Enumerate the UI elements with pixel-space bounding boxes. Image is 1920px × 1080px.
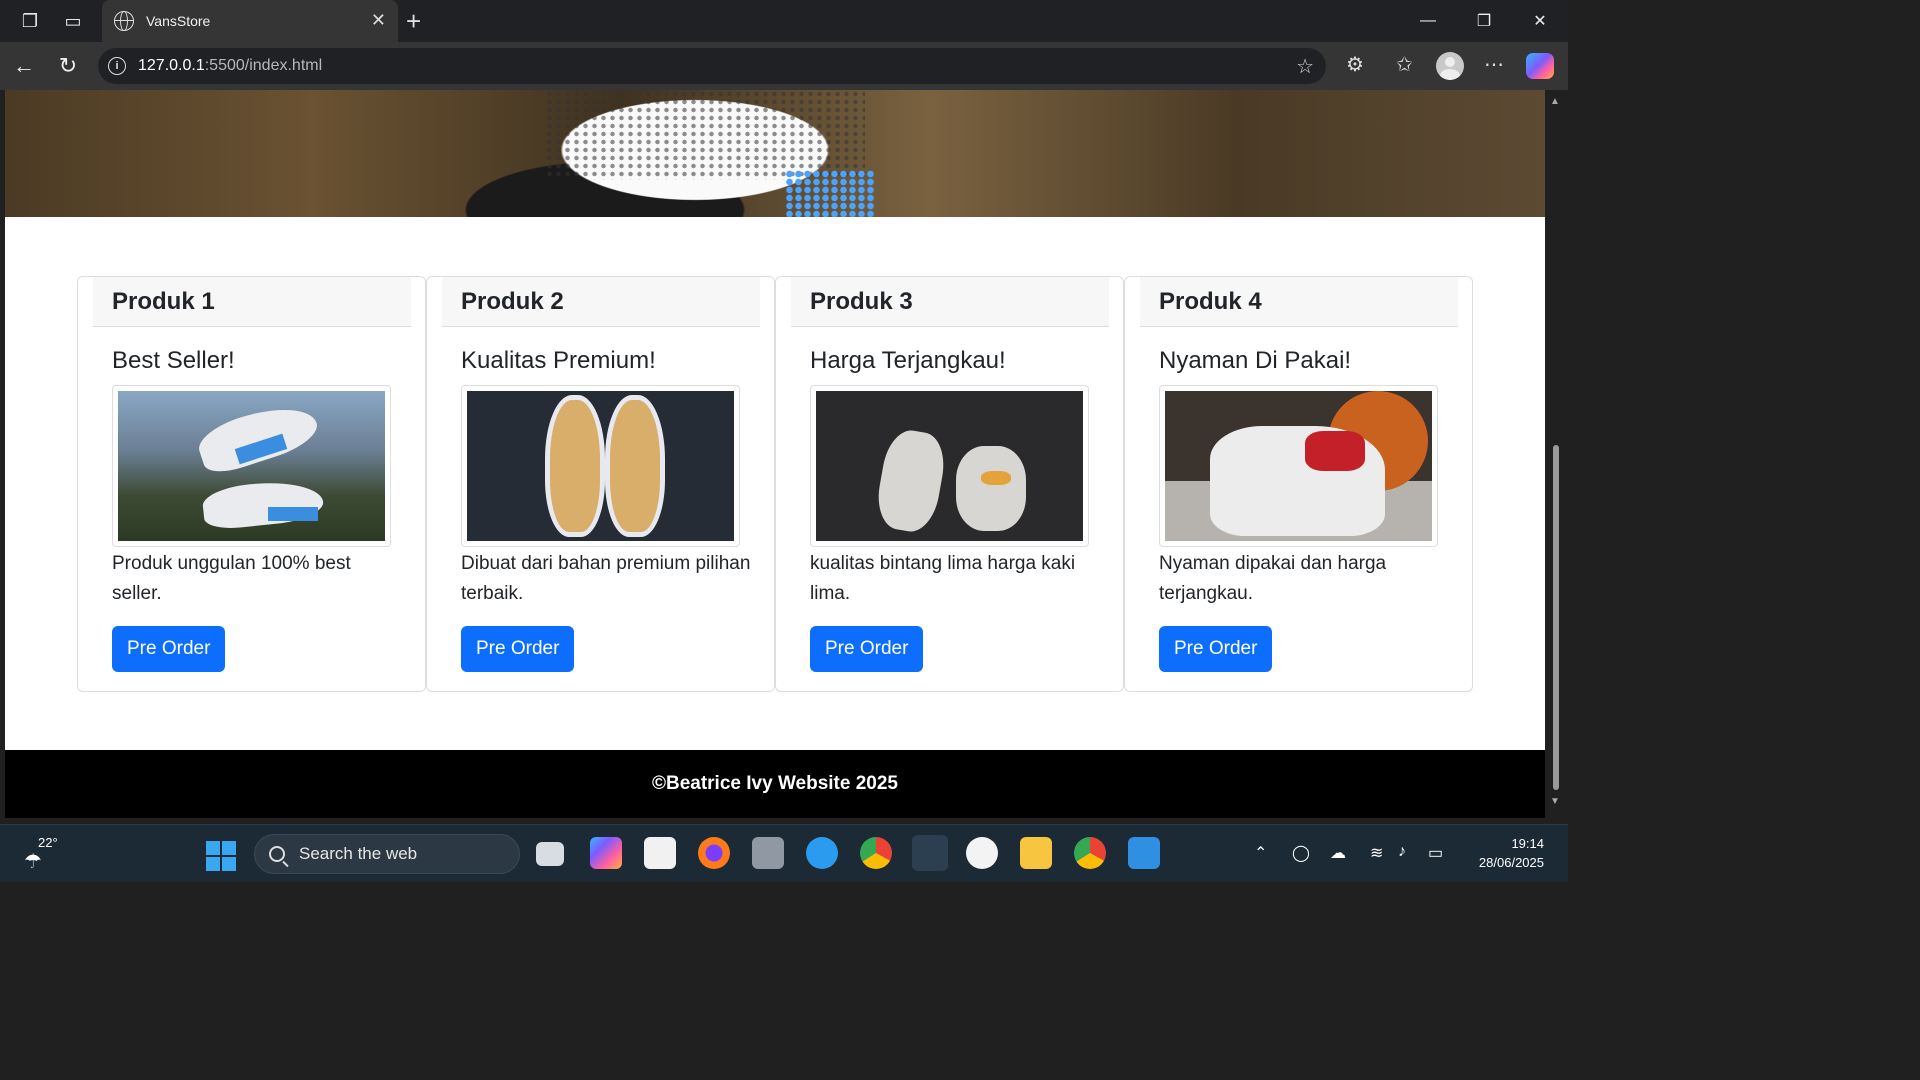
task-view-icon[interactable] bbox=[536, 842, 564, 866]
product-image-frame bbox=[1159, 385, 1438, 547]
tab-vansstore[interactable]: VansStore ✕ bbox=[102, 0, 398, 42]
card-header: Produk 1 bbox=[93, 277, 411, 327]
hero-mesh bbox=[545, 90, 865, 180]
tab-title: VansStore bbox=[146, 13, 211, 29]
back-button[interactable]: ← bbox=[6, 48, 42, 84]
page-scrollbar[interactable]: ▲ ▼ bbox=[1545, 90, 1568, 818]
product-cards: Produk 1 Best Seller! Produk unggulan 10… bbox=[77, 276, 1474, 692]
scroll-up-icon[interactable]: ▲ bbox=[1550, 96, 1560, 107]
address-bar[interactable]: i 127.0.0.1 :5500/index.html ☆ bbox=[98, 48, 1326, 84]
site-info-icon[interactable]: i bbox=[108, 57, 126, 75]
card-text: Nyaman dipakai dan harga terjangkau. bbox=[1159, 553, 1387, 604]
github-icon[interactable] bbox=[966, 837, 998, 869]
pre-order-button[interactable]: Pre Order bbox=[461, 626, 575, 672]
taskbar-search[interactable]: Search the web bbox=[254, 834, 520, 874]
store-icon[interactable] bbox=[644, 837, 676, 869]
copilot-taskbar-icon[interactable] bbox=[590, 837, 622, 869]
extensions-icon[interactable]: ⚙ bbox=[1346, 52, 1364, 77]
chrome-icon[interactable] bbox=[860, 837, 892, 869]
clock-date: 28/06/2025 bbox=[1478, 855, 1544, 870]
chevron-up-icon[interactable]: ⌃ bbox=[1254, 843, 1267, 863]
product-image-frame bbox=[461, 385, 740, 547]
card-title: Harga Terjangkau! bbox=[810, 347, 1006, 374]
product-card-1: Produk 1 Best Seller! Produk unggulan 10… bbox=[77, 276, 426, 692]
vscode-icon[interactable] bbox=[1128, 837, 1160, 869]
product-image bbox=[816, 391, 1083, 541]
favorite-star-icon[interactable]: ☆ bbox=[1296, 54, 1314, 79]
card-header: Produk 2 bbox=[442, 277, 760, 327]
url-path: :5500/index.html bbox=[204, 57, 323, 74]
profile-avatar[interactable] bbox=[1436, 52, 1464, 80]
search-placeholder: Search the web bbox=[299, 844, 418, 863]
clock[interactable]: 19:14 28/06/2025 bbox=[1460, 834, 1544, 872]
help-icon[interactable] bbox=[806, 837, 838, 869]
tab-actions-icon[interactable]: ▭ bbox=[53, 1, 93, 41]
volume-icon[interactable]: ♪ bbox=[1398, 843, 1406, 861]
product-image-frame bbox=[810, 385, 1089, 547]
copilot-icon[interactable] bbox=[1526, 53, 1554, 79]
product-card-3: Produk 3 Harga Terjangkau! kualitas bint… bbox=[775, 276, 1124, 692]
url-host: 127.0.0.1 bbox=[138, 57, 205, 74]
product-image bbox=[1165, 391, 1432, 541]
page-footer: ©Beatrice Ivy Website 2025 bbox=[5, 750, 1545, 818]
start-button[interactable] bbox=[206, 841, 236, 871]
edge-icon[interactable] bbox=[912, 835, 948, 871]
firefox-icon[interactable] bbox=[698, 837, 730, 869]
card-title: Best Seller! bbox=[112, 347, 235, 374]
product-card-4: Produk 4 Nyaman Di Pakai! Nyaman dipakai… bbox=[1124, 276, 1473, 692]
card-title: Nyaman Di Pakai! bbox=[1159, 347, 1352, 374]
wifi-icon[interactable]: ≋ bbox=[1370, 843, 1383, 863]
scroll-down-icon[interactable]: ▼ bbox=[1550, 796, 1560, 807]
refresh-button[interactable]: ↻ bbox=[50, 48, 86, 84]
restore-button[interactable]: ❐ bbox=[1456, 0, 1512, 42]
product-image bbox=[118, 391, 385, 541]
page-viewport: Produk 1 Best Seller! Produk unggulan 10… bbox=[5, 90, 1545, 818]
browser-titlebar: ❐ ▭ VansStore ✕ + — ❐ ✕ bbox=[0, 0, 1568, 42]
card-header: Produk 3 bbox=[791, 277, 1109, 327]
file-explorer-icon[interactable] bbox=[1020, 837, 1052, 869]
chrome-profile-icon[interactable] bbox=[1074, 837, 1106, 869]
product-image bbox=[467, 391, 734, 541]
hero-banner-image bbox=[5, 90, 1545, 217]
product-image-frame bbox=[112, 385, 391, 547]
weather-temp: 22° bbox=[38, 835, 58, 850]
pre-order-button[interactable]: Pre Order bbox=[810, 626, 924, 672]
card-title: Kualitas Premium! bbox=[461, 347, 656, 374]
close-tab-icon[interactable]: ✕ bbox=[371, 10, 386, 31]
card-text: kualitas bintang lima harga kaki lima. bbox=[810, 553, 1076, 604]
sync-icon[interactable]: ◯ bbox=[1292, 843, 1310, 863]
more-menu-icon[interactable]: ⋯ bbox=[1484, 52, 1504, 77]
camera-icon[interactable] bbox=[752, 837, 784, 869]
minimize-button[interactable]: — bbox=[1400, 0, 1456, 42]
taskbar: 22° ☂ Search the web ⌃ ◯ ☁ ≋ ♪ ▭ 19:14 2… bbox=[0, 824, 1568, 882]
clock-time: 19:14 bbox=[1511, 836, 1544, 851]
card-text: Dibuat dari bahan premium pilihan terbai… bbox=[461, 553, 751, 604]
close-window-button[interactable]: ✕ bbox=[1512, 0, 1568, 42]
product-card-2: Produk 2 Kualitas Premium! Dibuat dari b… bbox=[426, 276, 775, 692]
favorites-icon[interactable]: ✩ bbox=[1396, 52, 1413, 77]
globe-icon bbox=[114, 11, 134, 31]
hero-blue-detail bbox=[785, 170, 875, 217]
new-tab-button[interactable]: + bbox=[406, 6, 421, 37]
umbrella-icon: ☂ bbox=[24, 851, 42, 873]
card-text: Produk unggulan 100% best seller. bbox=[112, 553, 351, 604]
battery-icon[interactable]: ▭ bbox=[1428, 843, 1443, 863]
pre-order-button[interactable]: Pre Order bbox=[112, 626, 226, 672]
address-toolbar: ← ↻ i 127.0.0.1 :5500/index.html ☆ ⚙ ✩ ⋯ bbox=[0, 42, 1568, 90]
card-header: Produk 4 bbox=[1140, 277, 1458, 327]
search-icon bbox=[269, 846, 285, 862]
workspaces-icon[interactable]: ❐ bbox=[10, 1, 50, 41]
scrollbar-thumb[interactable] bbox=[1553, 445, 1559, 790]
onedrive-icon[interactable]: ☁ bbox=[1330, 843, 1346, 863]
pre-order-button[interactable]: Pre Order bbox=[1159, 626, 1273, 672]
